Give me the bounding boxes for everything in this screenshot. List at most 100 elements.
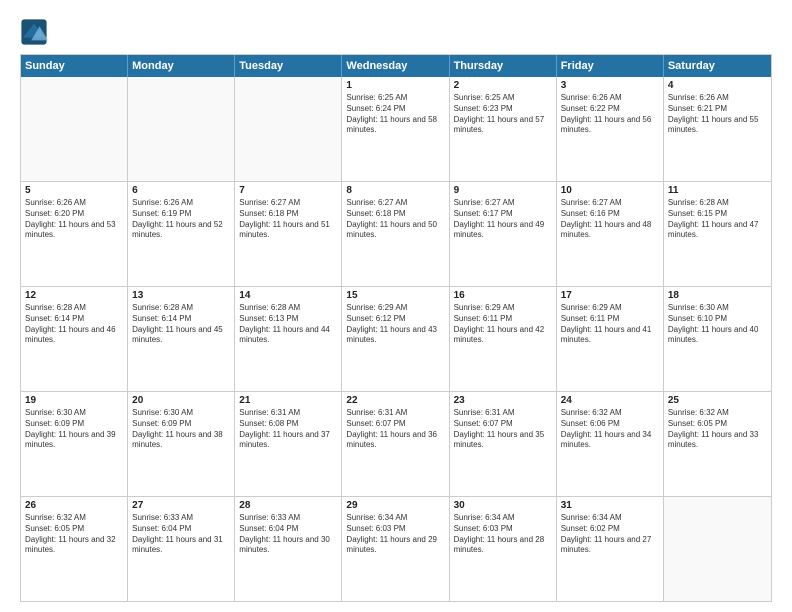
day-number: 4 <box>668 80 767 91</box>
day-number: 17 <box>561 290 659 301</box>
cell-info: Sunrise: 6:31 AMSunset: 6:08 PMDaylight:… <box>239 408 337 451</box>
cal-cell: 11Sunrise: 6:28 AMSunset: 6:15 PMDayligh… <box>664 182 771 286</box>
day-number: 1 <box>346 80 444 91</box>
cal-cell: 27 Sunrise: 6:33 AMSunset: 6:04 PMDayligh… <box>128 497 235 601</box>
day-number: 18 <box>668 290 767 301</box>
week-row-3: 12 Sunrise: 6:28 AMSunset: 6:14 PMDayligh… <box>21 286 771 391</box>
cell-info: Sunrise: 6:32 AMSunset: 6:06 PMDaylight:… <box>561 408 659 451</box>
cell-info: Sunrise: 6:26 AMSunset: 6:22 PMDaylight:… <box>561 93 659 136</box>
cal-cell: 31Sunrise: 6:34 AMSunset: 6:02 PMDayligh… <box>557 497 664 601</box>
cell-info: Sunrise: 6:26 AMSunset: 6:21 PMDaylight:… <box>668 93 767 136</box>
day-header-friday: Friday <box>557 55 664 77</box>
day-number: 12 <box>25 290 123 301</box>
day-number: 2 <box>454 80 552 91</box>
cal-cell: 20Sunrise: 6:30 AMSunset: 6:09 PMDayligh… <box>128 392 235 496</box>
cal-cell: 24 Sunrise: 6:32 AMSunset: 6:06 PMDayligh… <box>557 392 664 496</box>
cell-info: Sunrise: 6:25 AMSunset: 6:24 PMDaylight:… <box>346 93 444 136</box>
day-header-tuesday: Tuesday <box>235 55 342 77</box>
day-header-saturday: Saturday <box>664 55 771 77</box>
cal-cell: 9 Sunrise: 6:27 AMSunset: 6:17 PMDaylight… <box>450 182 557 286</box>
day-header-wednesday: Wednesday <box>342 55 449 77</box>
cal-cell: 21 Sunrise: 6:31 AMSunset: 6:08 PMDayligh… <box>235 392 342 496</box>
cell-info: Sunrise: 6:30 AMSunset: 6:09 PMDaylight:… <box>25 408 123 451</box>
day-number: 5 <box>25 185 123 196</box>
cell-info: Sunrise: 6:29 AMSunset: 6:11 PMDaylight:… <box>561 303 659 346</box>
cal-cell: 26 Sunrise: 6:32 AMSunset: 6:05 PMDayligh… <box>21 497 128 601</box>
week-row-1: 1 Sunrise: 6:25 AMSunset: 6:24 PMDaylight… <box>21 77 771 181</box>
calendar-body: 1 Sunrise: 6:25 AMSunset: 6:24 PMDaylight… <box>21 77 771 601</box>
cal-cell: 23Sunrise: 6:31 AMSunset: 6:07 PMDayligh… <box>450 392 557 496</box>
cal-cell: 19 Sunrise: 6:30 AMSunset: 6:09 PMDayligh… <box>21 392 128 496</box>
day-number: 29 <box>346 500 444 511</box>
cal-cell: 25 Sunrise: 6:32 AMSunset: 6:05 PMDayligh… <box>664 392 771 496</box>
day-number: 16 <box>454 290 552 301</box>
day-number: 8 <box>346 185 444 196</box>
cell-info: Sunrise: 6:33 AMSunset: 6:04 PMDaylight:… <box>132 513 230 556</box>
day-number: 27 <box>132 500 230 511</box>
cell-info: Sunrise: 6:30 AMSunset: 6:10 PMDaylight:… <box>668 303 767 346</box>
day-number: 30 <box>454 500 552 511</box>
day-number: 7 <box>239 185 337 196</box>
day-number: 19 <box>25 395 123 406</box>
cell-info: Sunrise: 6:26 AMSunset: 6:20 PMDaylight:… <box>25 198 123 241</box>
cal-cell: 29 Sunrise: 6:34 AMSunset: 6:03 PMDayligh… <box>342 497 449 601</box>
cell-info: Sunrise: 6:32 AMSunset: 6:05 PMDaylight:… <box>25 513 123 556</box>
cell-info: Sunrise: 6:28 AMSunset: 6:15 PMDaylight:… <box>668 198 767 241</box>
cal-cell: 1 Sunrise: 6:25 AMSunset: 6:24 PMDaylight… <box>342 77 449 181</box>
cal-cell: 10 Sunrise: 6:27 AMSunset: 6:16 PMDayligh… <box>557 182 664 286</box>
cal-cell: 30 Sunrise: 6:34 AMSunset: 6:03 PMDayligh… <box>450 497 557 601</box>
cal-cell: 5 Sunrise: 6:26 AMSunset: 6:20 PMDaylight… <box>21 182 128 286</box>
day-number: 28 <box>239 500 337 511</box>
cal-cell: 14 Sunrise: 6:28 AMSunset: 6:13 PMDayligh… <box>235 287 342 391</box>
cell-info: Sunrise: 6:28 AMSunset: 6:14 PMDaylight:… <box>25 303 123 346</box>
day-number: 24 <box>561 395 659 406</box>
cell-info: Sunrise: 6:34 AMSunset: 6:03 PMDaylight:… <box>454 513 552 556</box>
cell-info: Sunrise: 6:27 AMSunset: 6:18 PMDaylight:… <box>346 198 444 241</box>
week-row-5: 26 Sunrise: 6:32 AMSunset: 6:05 PMDayligh… <box>21 496 771 601</box>
cal-cell <box>21 77 128 181</box>
cal-cell: 2 Sunrise: 6:25 AMSunset: 6:23 PMDaylight… <box>450 77 557 181</box>
cell-info: Sunrise: 6:31 AMSunset: 6:07 PMDaylight:… <box>346 408 444 451</box>
cell-info: Sunrise: 6:27 AMSunset: 6:16 PMDaylight:… <box>561 198 659 241</box>
cell-info: Sunrise: 6:32 AMSunset: 6:05 PMDaylight:… <box>668 408 767 451</box>
cell-info: Sunrise: 6:33 AMSunset: 6:04 PMDaylight:… <box>239 513 337 556</box>
cell-info: Sunrise: 6:25 AMSunset: 6:23 PMDaylight:… <box>454 93 552 136</box>
cell-info: Sunrise: 6:29 AMSunset: 6:11 PMDaylight:… <box>454 303 552 346</box>
cal-cell: 3 Sunrise: 6:26 AMSunset: 6:22 PMDaylight… <box>557 77 664 181</box>
logo-icon <box>20 18 48 46</box>
calendar: SundayMondayTuesdayWednesdayThursdayFrid… <box>20 54 772 602</box>
day-number: 3 <box>561 80 659 91</box>
cal-cell: 4 Sunrise: 6:26 AMSunset: 6:21 PMDaylight… <box>664 77 771 181</box>
calendar-header: SundayMondayTuesdayWednesdayThursdayFrid… <box>21 55 771 77</box>
cell-info: Sunrise: 6:34 AMSunset: 6:03 PMDaylight:… <box>346 513 444 556</box>
day-number: 21 <box>239 395 337 406</box>
day-header-thursday: Thursday <box>450 55 557 77</box>
day-header-monday: Monday <box>128 55 235 77</box>
cell-info: Sunrise: 6:27 AMSunset: 6:17 PMDaylight:… <box>454 198 552 241</box>
page-header <box>20 18 772 46</box>
day-number: 15 <box>346 290 444 301</box>
cal-cell: 17 Sunrise: 6:29 AMSunset: 6:11 PMDayligh… <box>557 287 664 391</box>
day-number: 20 <box>132 395 230 406</box>
day-number: 22 <box>346 395 444 406</box>
cal-cell: 22 Sunrise: 6:31 AMSunset: 6:07 PMDayligh… <box>342 392 449 496</box>
cal-cell: 16 Sunrise: 6:29 AMSunset: 6:11 PMDayligh… <box>450 287 557 391</box>
cell-info: Sunrise: 6:28 AMSunset: 6:14 PMDaylight:… <box>132 303 230 346</box>
cal-cell: 7Sunrise: 6:27 AMSunset: 6:18 PMDaylight… <box>235 182 342 286</box>
cell-info: Sunrise: 6:31 AMSunset: 6:07 PMDaylight:… <box>454 408 552 451</box>
cal-cell: 28 Sunrise: 6:33 AMSunset: 6:04 PMDayligh… <box>235 497 342 601</box>
day-number: 10 <box>561 185 659 196</box>
cell-info: Sunrise: 6:28 AMSunset: 6:13 PMDaylight:… <box>239 303 337 346</box>
cal-cell <box>664 497 771 601</box>
cal-cell: 13Sunrise: 6:28 AMSunset: 6:14 PMDayligh… <box>128 287 235 391</box>
cell-info: Sunrise: 6:34 AMSunset: 6:02 PMDaylight:… <box>561 513 659 556</box>
cal-cell <box>235 77 342 181</box>
day-number: 9 <box>454 185 552 196</box>
week-row-2: 5 Sunrise: 6:26 AMSunset: 6:20 PMDaylight… <box>21 181 771 286</box>
cell-info: Sunrise: 6:29 AMSunset: 6:12 PMDaylight:… <box>346 303 444 346</box>
day-number: 14 <box>239 290 337 301</box>
day-header-sunday: Sunday <box>21 55 128 77</box>
day-number: 26 <box>25 500 123 511</box>
day-number: 25 <box>668 395 767 406</box>
cal-cell: 12 Sunrise: 6:28 AMSunset: 6:14 PMDayligh… <box>21 287 128 391</box>
